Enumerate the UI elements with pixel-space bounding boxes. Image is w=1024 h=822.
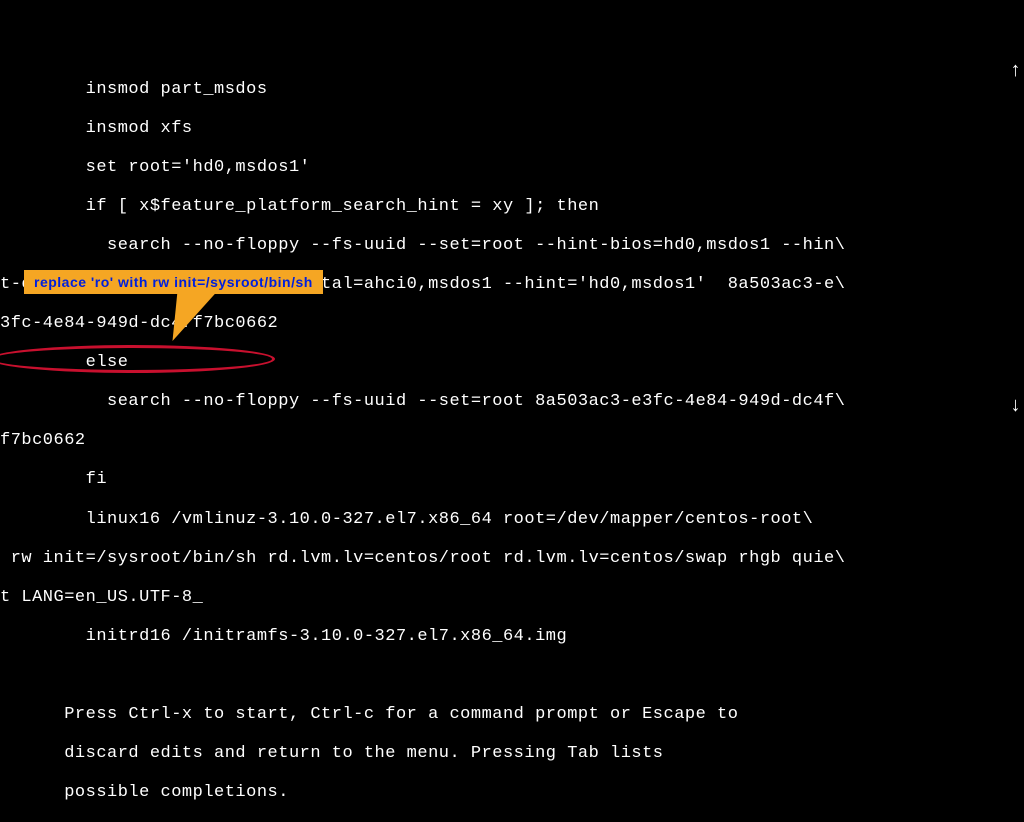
code-line: initrd16 /initramfs-3.10.0-327.el7.x86_6… xyxy=(0,627,1024,647)
scroll-up-icon: ↑ xyxy=(1009,60,1022,83)
help-text: discard edits and return to the menu. Pr… xyxy=(0,744,1024,764)
highlight-ellipse xyxy=(0,345,275,373)
help-text: possible completions. xyxy=(0,783,1024,803)
code-line: insmod xfs xyxy=(0,119,1024,139)
grub-editor-terminal[interactable]: insmod part_msdos insmod xfs set root='h… xyxy=(0,0,1024,822)
callout-text: replace 'ro' with rw init=/sysroot/bin/s… xyxy=(34,274,313,290)
code-line: insmod part_msdos xyxy=(0,80,1024,100)
code-line: search --no-floppy --fs-uuid --set=root … xyxy=(0,236,1024,256)
code-line: set root='hd0,msdos1' xyxy=(0,158,1024,178)
code-line: t LANG=en_US.UTF-8_ xyxy=(0,588,1024,608)
code-line: f7bc0662 xyxy=(0,431,1024,451)
code-line: fi xyxy=(0,470,1024,490)
code-line: search --no-floppy --fs-uuid --set=root … xyxy=(0,392,1024,412)
annotation-callout: replace 'ro' with rw init=/sysroot/bin/s… xyxy=(24,270,323,294)
code-line: if [ x$feature_platform_search_hint = xy… xyxy=(0,197,1024,217)
code-line: linux16 /vmlinuz-3.10.0-327.el7.x86_64 r… xyxy=(0,510,1024,530)
code-line: rw init=/sysroot/bin/sh rd.lvm.lv=centos… xyxy=(0,549,1024,569)
help-text: Press Ctrl-x to start, Ctrl-c for a comm… xyxy=(0,705,1024,725)
scroll-down-icon: ↓ xyxy=(1009,395,1022,418)
